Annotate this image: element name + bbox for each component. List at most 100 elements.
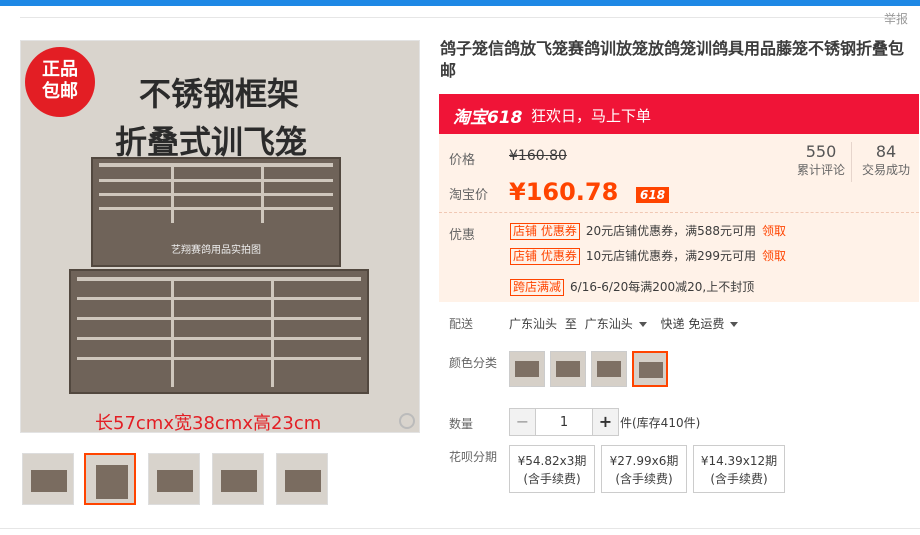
reviews-label: 累计评论 [796,163,845,177]
cage-bar [99,179,333,182]
cage-bars-icon [99,163,333,167]
swatch-image [597,361,621,377]
chevron-down-icon [730,322,739,327]
coupon-label: 优惠 [449,228,476,243]
color-option-4[interactable] [632,351,668,387]
installment-option-2[interactable]: ¥27.99x6期 (含手续费) [601,445,687,493]
swatch-image [556,361,580,377]
promo-banner[interactable]: 淘宝618 狂欢日，马上下单 [439,94,919,134]
sales-label: 交易成功 [861,163,910,177]
thumbnail-image [31,470,67,492]
thumbnail-1[interactable] [22,453,74,505]
coupon-row-1: 店铺 优惠券 20元店铺优惠券，满588元可用 领取 [510,222,786,240]
installment-amount: ¥14.39x12期 [700,454,778,468]
coupon-text: 20元店铺优惠券，满588元可用 [585,224,757,238]
coupon-row-2: 店铺 优惠券 10元店铺优惠券，满299元可用 领取 [510,247,786,265]
coupon-text: 10元店铺优惠券，满299元可用 [585,249,757,263]
thumbnail-image [157,470,193,492]
cage-bar [261,163,264,223]
promo-brand: 淘宝618 [453,108,523,128]
installment-fee: (含手续费) [615,472,673,486]
sales-count: 84 [875,142,897,161]
installment-fee: (含手续费) [710,472,768,486]
installment-option-3[interactable]: ¥14.39x12期 (含手续费) [693,445,785,493]
tag-618-badge: 618 [636,187,670,203]
cage-bar [99,207,333,210]
swatch-image [639,362,663,378]
thumbnail-image [96,465,128,499]
ship-to: 广东汕头 [584,317,633,331]
genuine-badge: 正品 包邮 [25,47,95,117]
report-link[interactable]: 举报 [884,10,908,27]
list-price-label: 价格 [449,153,476,168]
bottom-divider [0,528,920,529]
installment-amount: ¥27.99x6期 [609,454,679,468]
cage-bar [99,193,333,196]
cage-lower-icon [69,269,369,394]
cage-bar [271,277,274,387]
price-panel: 价格 ¥160.80 淘宝价 ¥160.78 618 550 累计评论 84 交… [439,134,919,302]
thumbnail-4[interactable] [212,453,264,505]
thumbnail-image [221,470,257,492]
coupon-tag: 店铺 优惠券 [510,248,580,265]
shipping-method-select[interactable]: 快递 免运费 [661,317,739,331]
list-price: ¥160.80 [509,148,567,164]
decrease-button[interactable]: − [509,408,536,436]
taobao-price: ¥160.78 [509,178,619,206]
taobao-price-label: 淘宝价 [449,188,489,203]
installment-fee: (含手续费) [523,472,581,486]
color-option-2[interactable] [550,351,586,387]
ship-to-word: 至 [564,317,577,331]
sales-stat: 84 交易成功 [857,142,915,178]
cage-bar [171,163,174,223]
color-option-3[interactable] [591,351,627,387]
quantity-label: 数量 [449,417,474,431]
color-label: 颜色分类 [449,356,498,370]
price-divider [439,212,919,213]
badge-line1: 正品 [42,59,78,80]
thumbnail-3[interactable] [148,453,200,505]
thumbnail-2[interactable] [84,453,136,505]
cage-bar [77,317,361,320]
claim-coupon-link[interactable]: 领取 [762,224,786,238]
thumbnail-image [285,470,321,492]
cage-bar [77,337,361,340]
cage-bar [77,277,361,281]
image-dimensions: 长57cmx宽38cmx高23cm [95,413,322,433]
ship-to-select[interactable]: 广东汕头 [585,317,647,331]
shipping-method: 快递 免运费 [660,317,725,331]
divider [20,17,900,18]
cage-bar [77,297,361,300]
delivery-label: 配送 [449,317,474,331]
swatch-image [515,361,539,377]
color-option-1[interactable] [509,351,545,387]
quantity-input[interactable]: 1 [536,408,592,436]
promo-slogan: 狂欢日，马上下单 [531,107,652,125]
product-title: 鸽子笼信鸽放飞笼赛鸽训放笼放鸽笼训鸽具用品藤笼不锈钢折叠包邮 [440,39,905,80]
coupon-tag: 店铺 优惠券 [510,223,580,240]
installment-label: 花呗分期 [449,450,498,464]
ship-from: 广东汕头 [509,317,558,331]
coupon-text: 6/16-6/20每满200减20,上不封顶 [570,280,755,294]
badge-line2: 包邮 [42,81,78,102]
main-product-image[interactable]: 正品 包邮 不锈钢框架 折叠式训飞笼 艺翔赛鸽用品实拍图 长57cmx宽38cm… [20,40,420,433]
delivery-row: 广东汕头 至 广东汕头 快递 免运费 [509,315,739,332]
zoom-icon[interactable] [399,413,415,429]
installment-amount: ¥54.82x3期 [517,454,587,468]
stock-text: 件(库存410件) [620,416,701,430]
claim-coupon-link[interactable]: 领取 [762,249,786,263]
reviews-stat[interactable]: 550 累计评论 [791,142,851,178]
thumbnail-5[interactable] [276,453,328,505]
increase-button[interactable]: + [592,408,619,436]
top-bar [0,0,920,6]
installment-option-1[interactable]: ¥54.82x3期 (含手续费) [509,445,595,493]
cage-bar [171,277,174,387]
cross-store-tag: 跨店满减 [510,279,565,296]
cage-bar [77,357,361,360]
chevron-down-icon [638,322,647,327]
image-watermark: 艺翔赛鸽用品实拍图 [171,245,261,256]
coupon-row-3: 跨店满减 6/16-6/20每满200减20,上不封顶 [510,278,754,296]
image-headline-1: 不锈钢框架 [139,75,300,113]
reviews-count: 550 [805,142,837,161]
stat-divider [851,142,852,182]
